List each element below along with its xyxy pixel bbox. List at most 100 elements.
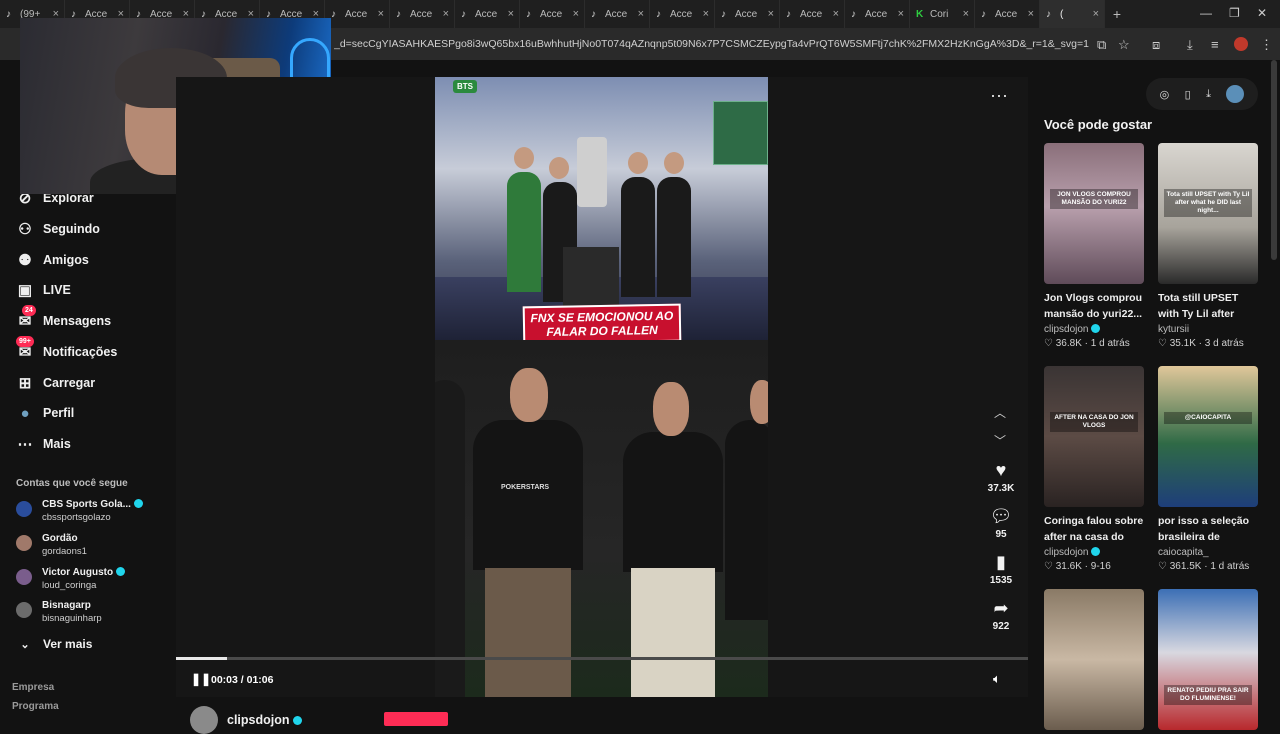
- sidebar-item-profile[interactable]: ● Perfil: [16, 401, 74, 425]
- followed-account[interactable]: Victor Augusto loud_coringa: [16, 566, 126, 592]
- sidebar-item-messages[interactable]: ✉ 24 Mensagens: [16, 305, 111, 333]
- close-tab-icon[interactable]: ×: [573, 8, 579, 20]
- card-author[interactable]: clipsdojon: [1044, 547, 1144, 558]
- card-author[interactable]: kytursii: [1158, 324, 1258, 335]
- recommended-video-card[interactable]: JON VLOGS COMPROU MANSÃO DO YURI22 Jon Vl…: [1044, 143, 1144, 349]
- close-window-icon[interactable]: ✕: [1257, 6, 1267, 20]
- close-tab-icon[interactable]: ×: [768, 8, 774, 20]
- followed-account[interactable]: Bisnagarp bisnaguinharp: [16, 599, 102, 625]
- browser-tab[interactable]: K Cori ×: [910, 0, 975, 28]
- reading-list-icon[interactable]: ≡: [1211, 37, 1219, 52]
- new-tab-icon[interactable]: +: [1105, 6, 1129, 22]
- card-likes: 35.1K: [1169, 338, 1196, 349]
- author-avatar[interactable]: [190, 706, 218, 734]
- close-tab-icon[interactable]: ×: [638, 8, 644, 20]
- close-tab-icon[interactable]: ×: [378, 8, 384, 20]
- close-tab-icon[interactable]: ×: [703, 8, 709, 20]
- video-thumbnail[interactable]: JON VLOGS COMPROU MANSÃO DO YURI22: [1044, 143, 1144, 284]
- share-button[interactable]: ➦ 922: [980, 598, 1022, 632]
- browser-tab[interactable]: ♪ (×: [1040, 0, 1105, 28]
- recommended-video-card[interactable]: @CAIOCAPITA por isso a seleção brasileira…: [1158, 366, 1258, 572]
- close-tab-icon[interactable]: ×: [1093, 8, 1099, 20]
- browser-tab[interactable]: ♪ Acce ×: [780, 0, 845, 28]
- video-thumbnail[interactable]: RENATO PEDIU PRA SAIR DO FLUMINENSE!: [1158, 589, 1258, 730]
- video-thumbnail[interactable]: [1044, 589, 1144, 730]
- chevron-down-icon: ⌄: [20, 638, 30, 651]
- sponsor-logo: POKERSTARS: [501, 484, 550, 491]
- video-top-frame: BTS FNX SE EMOCIONOU AO FALAR DO FALLEN: [435, 77, 768, 345]
- video-thumbnail[interactable]: Tota still UPSET with Ty Lil after what …: [1158, 143, 1258, 284]
- sidebar-item-following[interactable]: ⚇ Seguindo: [16, 217, 100, 241]
- card-title[interactable]: Tota still UPSET with Ty Lil after what …: [1158, 290, 1258, 322]
- close-tab-icon[interactable]: ×: [833, 8, 839, 20]
- phone-icon[interactable]: ▯: [1185, 88, 1191, 101]
- close-tab-icon[interactable]: ×: [508, 8, 514, 20]
- browser-tab[interactable]: ♪ Acce ×: [390, 0, 455, 28]
- followed-account[interactable]: CBS Sports Gola... cbssportsgolazo: [16, 498, 143, 524]
- card-author[interactable]: caiocapita_: [1158, 547, 1258, 558]
- download-app-icon[interactable]: ⤓: [1206, 88, 1211, 101]
- account-name-text: CBS Sports Gola...: [42, 499, 131, 510]
- sidebar-item-upload[interactable]: ⊞ Carregar: [16, 371, 95, 395]
- recommended-video-card[interactable]: RENATO PEDIU PRA SAIR DO FLUMINENSE!: [1158, 589, 1258, 730]
- url-field[interactable]: _d=secCgYIASAHKAESPgo8i3wQ65bx16uBwhhutH…: [334, 28, 1089, 60]
- save-button[interactable]: ▮ 1535: [980, 552, 1022, 586]
- pause-icon[interactable]: ❚❚: [191, 672, 211, 686]
- card-title[interactable]: por isso a seleção brasileira de futsal.…: [1158, 513, 1258, 545]
- browser-tab[interactable]: ♪ Acce ×: [325, 0, 390, 28]
- page-scrollbar[interactable]: [1271, 60, 1277, 260]
- coin-icon[interactable]: ◎: [1160, 88, 1170, 101]
- browser-tab[interactable]: ♪ Acce ×: [585, 0, 650, 28]
- browser-tab[interactable]: ♪ Acce ×: [845, 0, 910, 28]
- recommended-video-card[interactable]: AFTER NA CASA DO JON VLOGS Coringa falou …: [1044, 366, 1144, 572]
- sidebar-item-live[interactable]: ▣ LIVE: [16, 278, 71, 302]
- restore-icon[interactable]: ❐: [1229, 6, 1240, 20]
- previous-video-icon[interactable]: ︿: [994, 404, 1006, 421]
- recommended-video-card[interactable]: Tota still UPSET with Ty Lil after what …: [1158, 143, 1258, 349]
- video-thumbnail[interactable]: @CAIOCAPITA: [1158, 366, 1258, 507]
- extensions-icon[interactable]: ⧈: [1152, 37, 1160, 53]
- comment-button[interactable]: 💬︎ 95: [980, 506, 1022, 540]
- browser-tab[interactable]: ♪ Acce ×: [650, 0, 715, 28]
- card-title[interactable]: Jon Vlogs comprou mansão do yuri22...: [1044, 290, 1144, 322]
- card-author-name: clipsdojon: [1044, 547, 1089, 558]
- user-avatar[interactable]: [1226, 85, 1245, 103]
- recommended-video-card[interactable]: [1044, 589, 1144, 730]
- browser-tab[interactable]: ♪ Acce ×: [715, 0, 780, 28]
- sidebar-item-friends[interactable]: ⚉ Amigos: [16, 248, 89, 272]
- next-video-icon[interactable]: ﹀: [994, 432, 1006, 449]
- close-tab-icon[interactable]: ×: [898, 8, 904, 20]
- bookmark-star-icon[interactable]: ☆: [1118, 37, 1130, 53]
- like-button[interactable]: ♥ 37.3K: [980, 460, 1022, 494]
- volume-icon[interactable]: 🔈︎: [993, 671, 1001, 687]
- author-name[interactable]: clipsdojon: [227, 713, 290, 727]
- video-thumbnail[interactable]: AFTER NA CASA DO JON VLOGS: [1044, 366, 1144, 507]
- browser-menu-icon[interactable]: ⋮: [1260, 37, 1273, 53]
- video-progress-bar[interactable]: [176, 657, 1028, 660]
- card-author[interactable]: clipsdojon: [1044, 324, 1144, 335]
- browser-tab[interactable]: ♪ Acce ×: [455, 0, 520, 28]
- followed-account[interactable]: Gordão gordaons1: [16, 532, 87, 558]
- sidebar-item-notifications[interactable]: ✉ 99+ Notificações: [16, 336, 117, 364]
- video-author[interactable]: clipsdojon: [190, 706, 302, 734]
- video-player[interactable]: BTS FNX SE EMOCIONOU AO FALAR DO FALLEN …: [435, 77, 768, 697]
- close-tab-icon[interactable]: ×: [1028, 8, 1034, 20]
- footer-link-program[interactable]: Programa: [12, 701, 59, 712]
- profile-avatar-icon[interactable]: [1234, 37, 1248, 51]
- card-title[interactable]: Coringa falou sobre after na casa do Jo.…: [1044, 513, 1144, 545]
- browser-tab[interactable]: ♪ Acce ×: [975, 0, 1040, 28]
- video-more-icon[interactable]: ⋯: [990, 86, 1009, 107]
- download-icon[interactable]: ⤓: [1187, 37, 1193, 53]
- see-more-link[interactable]: ⌄ Ver mais: [16, 632, 92, 656]
- browser-tab[interactable]: ♪ Acce ×: [520, 0, 585, 28]
- notification-badge: 24: [22, 305, 36, 316]
- person-head: [628, 152, 648, 174]
- close-tab-icon[interactable]: ×: [963, 8, 969, 20]
- footer-link-company[interactable]: Empresa: [12, 682, 54, 693]
- follow-button[interactable]: [384, 712, 448, 726]
- sidebar-item-more[interactable]: ⋯ Mais: [16, 432, 71, 456]
- close-tab-icon[interactable]: ×: [443, 8, 449, 20]
- sidebar-item-label: Perfil: [43, 406, 75, 420]
- minimize-icon[interactable]: —: [1200, 6, 1212, 20]
- install-app-icon[interactable]: ⧉: [1097, 37, 1106, 53]
